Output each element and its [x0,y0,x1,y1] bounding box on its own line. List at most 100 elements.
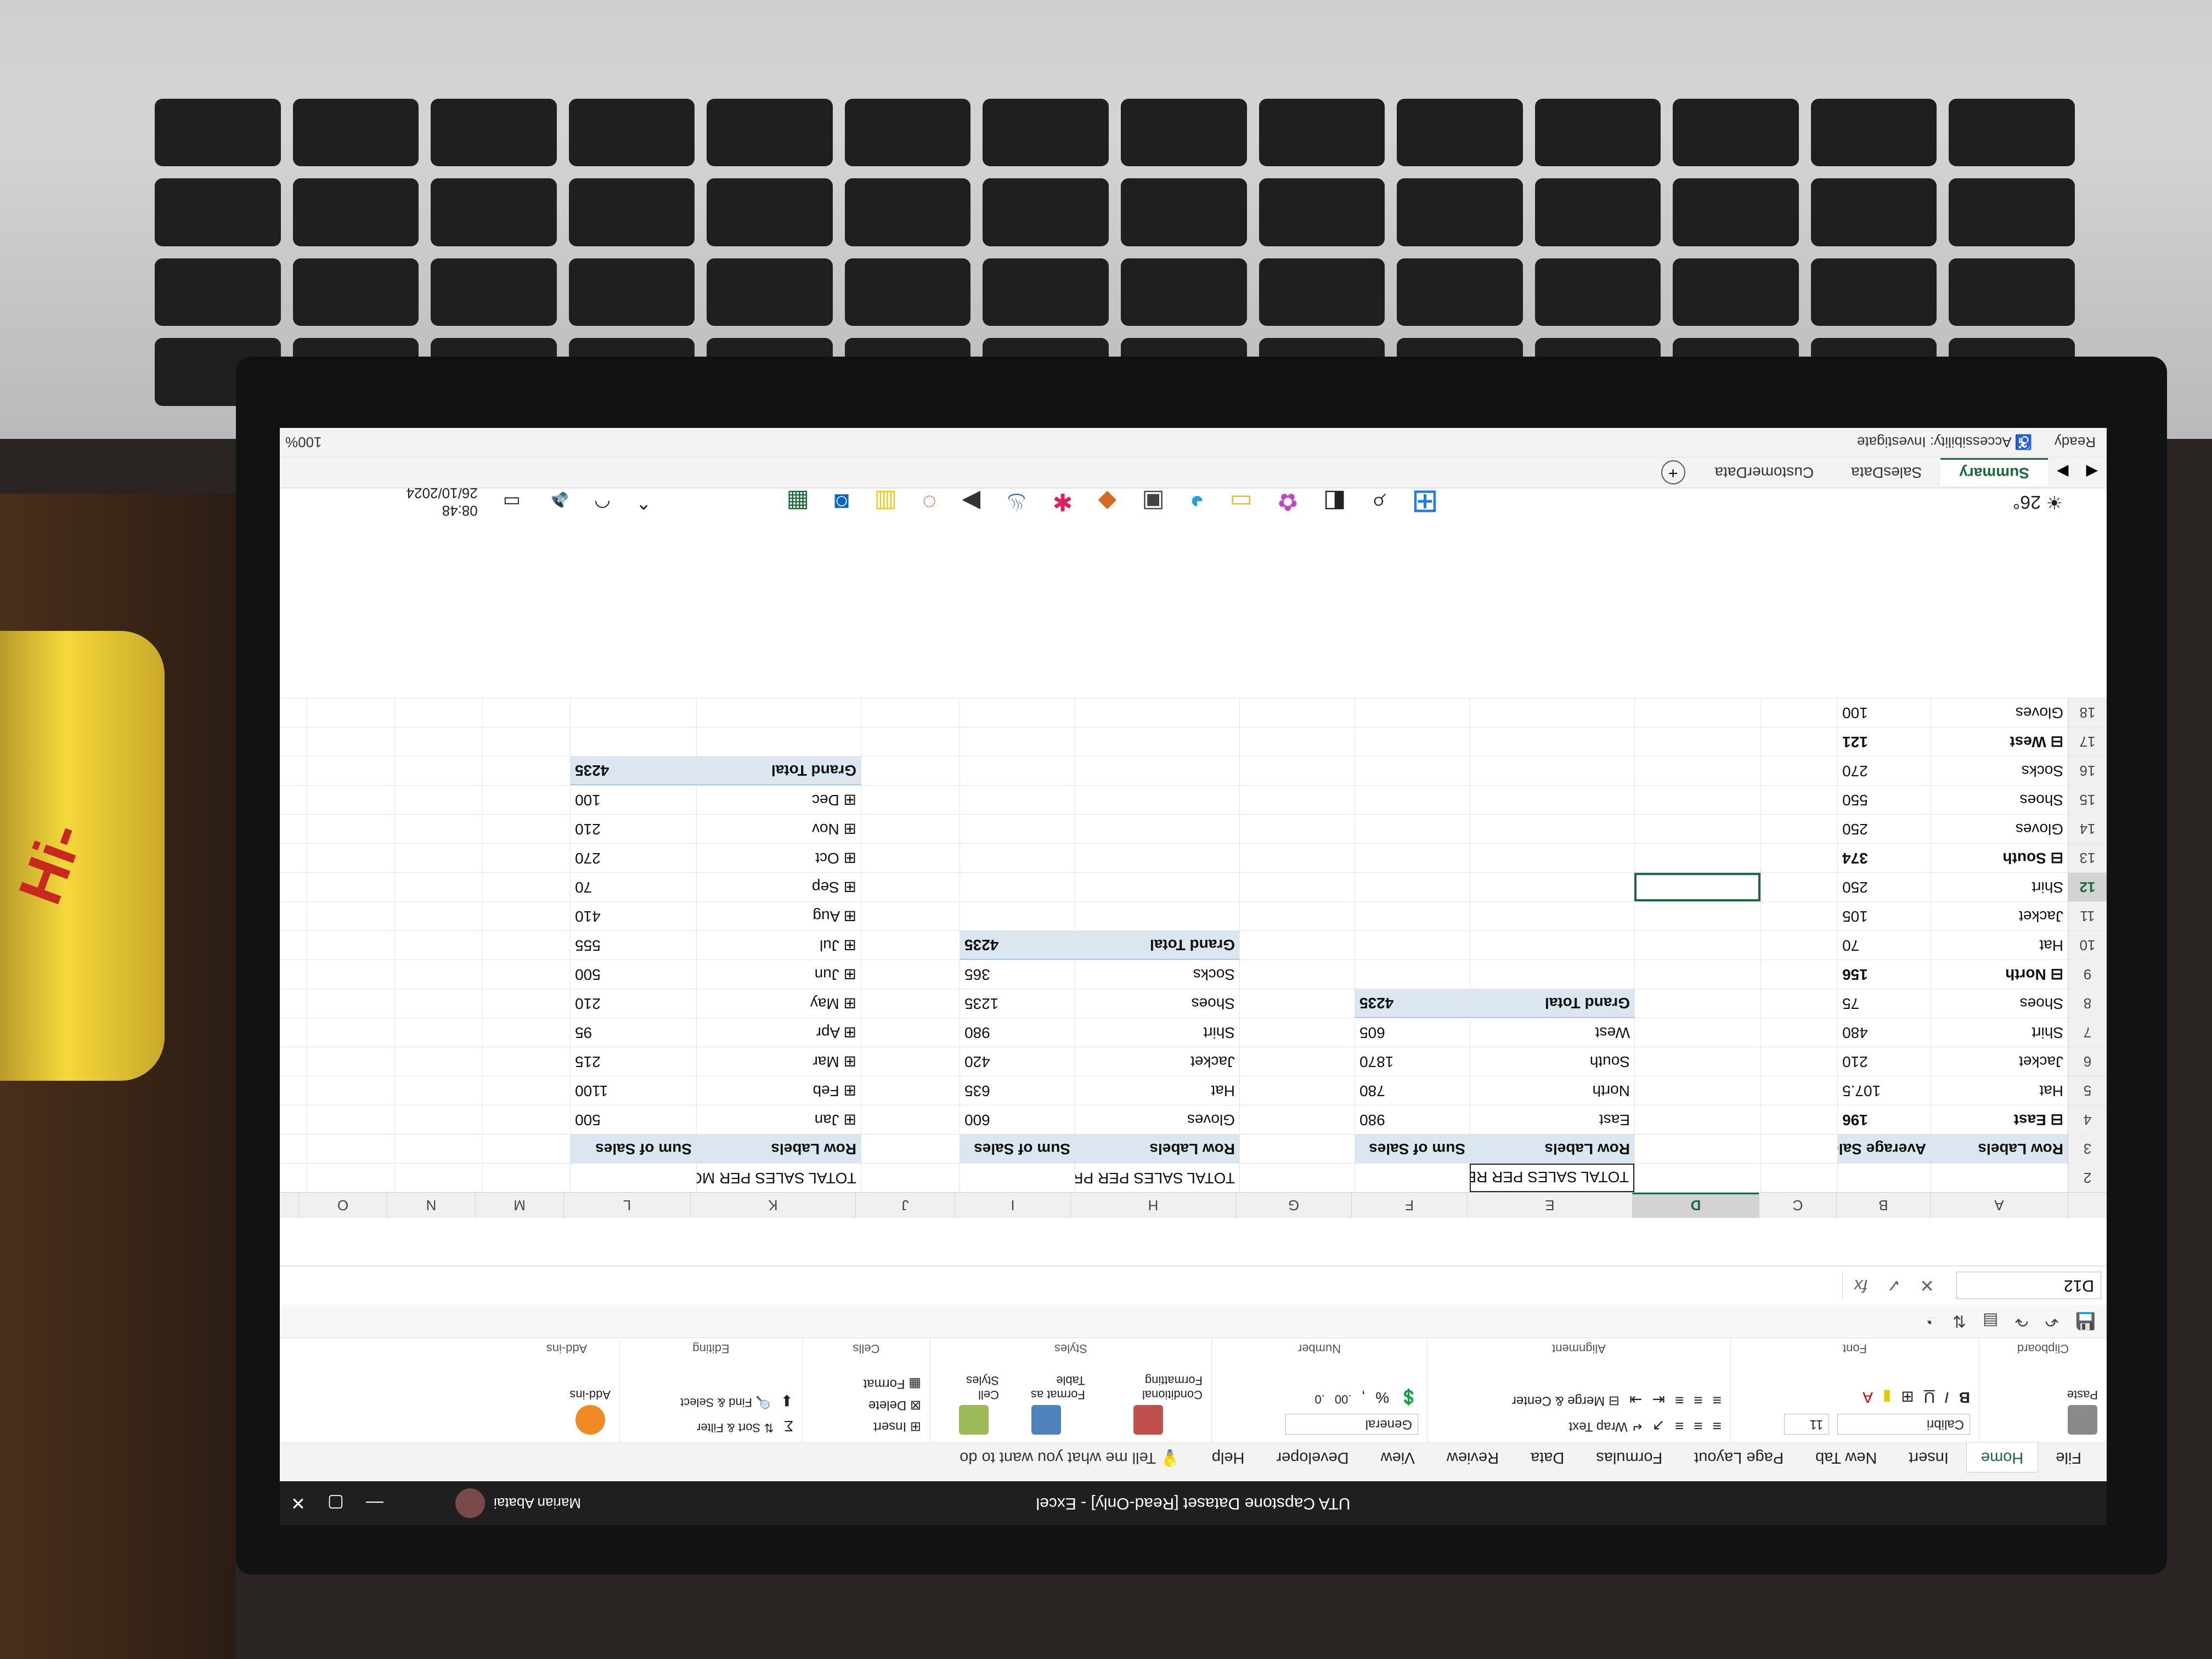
tab-home[interactable]: Home [1966,1443,2039,1472]
increase-decimal-icon[interactable]: .00 [1335,1388,1352,1406]
cell-d16[interactable] [1634,757,1760,785]
cell-h13[interactable] [1075,844,1239,872]
cell-d12[interactable] [1634,873,1760,901]
cell-b8[interactable]: 75 [1837,989,1931,1018]
cell-m3[interactable] [482,1135,570,1163]
cell-l3[interactable]: Sum of Sales [570,1135,696,1163]
row-header[interactable]: 4 [2068,1105,2107,1134]
cell-o16[interactable] [307,757,394,785]
conditional-formatting-button[interactable]: Conditional Formatting [1094,1373,1203,1435]
cell-n18[interactable] [394,698,482,727]
cell-i6[interactable]: 420 [960,1047,1075,1076]
cell-i14[interactable] [960,815,1075,843]
sort-filter-button[interactable]: ⇅ Sort & Filter [697,1417,774,1435]
cell-j13[interactable] [861,844,960,872]
cell-f13[interactable] [1355,844,1470,872]
tab-help[interactable]: Help [1198,1443,1259,1472]
cell-k10[interactable]: ⊞ Jul [696,931,861,960]
start-icon[interactable]: ⊞ [1411,483,1438,521]
column-header-e[interactable]: E [1467,1193,1632,1218]
cell-a4[interactable]: ⊟ East [1931,1105,2068,1134]
cell-d11[interactable] [1634,902,1760,930]
cell-c17[interactable] [1760,727,1837,756]
indent-decrease-icon[interactable]: ⇤ [1652,1391,1665,1409]
cell-g17[interactable] [1239,727,1355,756]
cell-a2[interactable] [1931,1164,2068,1192]
insert-cells-button[interactable]: ⊞ Insert [811,1419,921,1435]
cell-f5[interactable]: 780 [1355,1076,1470,1105]
cell-f15[interactable] [1355,786,1470,814]
cell-n12[interactable] [394,873,482,901]
cell-b5[interactable]: 107.5 [1837,1076,1931,1105]
font-size-dropdown[interactable]: 11 [1784,1414,1830,1435]
cell-g2[interactable] [1239,1164,1355,1192]
row-header[interactable]: 15 [2068,786,2107,814]
restore-button[interactable]: ▢ [328,1493,344,1514]
cell-n4[interactable] [394,1105,482,1134]
cell-o14[interactable] [307,815,394,843]
slack-icon[interactable]: ✱ [1053,488,1073,516]
cell-o4[interactable] [307,1105,394,1134]
column-header-g[interactable]: G [1235,1193,1351,1218]
cell-n6[interactable] [394,1047,482,1076]
cell-e12[interactable] [1470,873,1634,901]
cell-l17[interactable] [570,727,696,756]
close-button[interactable]: ✕ [291,1493,306,1514]
cell-e5[interactable]: North [1470,1076,1634,1105]
app-icon[interactable]: ◆ [1098,488,1116,516]
accessibility-status[interactable]: ♿ Accessibility: Investigate [1857,434,2033,451]
zoom-level[interactable]: 100% [285,434,322,451]
cell-l4[interactable]: 500 [570,1105,696,1134]
column-header-l[interactable]: L [563,1193,690,1218]
cell-h2[interactable]: TOTAL SALES PER PRODUCT [1075,1164,1239,1192]
column-header-n[interactable]: N [387,1193,475,1218]
cell-c12[interactable] [1760,873,1837,901]
cell-l10[interactable]: 555 [570,931,696,960]
row-header[interactable]: 11 [2068,902,2107,930]
cell-j3[interactable] [861,1135,960,1163]
addins-button[interactable]: Add-ins [569,1387,611,1435]
cell-g18[interactable] [1239,698,1355,727]
align-left-icon[interactable]: ≡ [1713,1391,1722,1409]
cell-e11[interactable] [1470,902,1634,930]
cell-i9[interactable]: 365 [960,960,1075,989]
cell-d6[interactable] [1634,1047,1760,1076]
cell-h18[interactable] [1075,698,1239,727]
cell-g13[interactable] [1239,844,1355,872]
fill-color-icon[interactable]: ▮ [1883,1388,1891,1406]
user-account[interactable]: Marian Abatai [455,1488,581,1518]
cell-a11[interactable]: Jacket [1931,902,2068,930]
cell-l8[interactable]: 210 [570,989,696,1018]
cell-j8[interactable] [861,989,960,1018]
cell-d14[interactable] [1634,815,1760,843]
cell-i15[interactable] [960,786,1075,814]
weather-widget[interactable]: ☀ 26° [2013,491,2063,513]
cell-d7[interactable] [1634,1018,1760,1047]
cell-c3[interactable] [1760,1135,1837,1163]
cell-k12[interactable]: ⊞ Sep [696,873,861,901]
tray-chevron-icon[interactable]: ⌃ [636,491,652,513]
cell-f3[interactable]: Sum of Sales [1355,1135,1470,1163]
cell-g12[interactable] [1239,873,1355,901]
cell-j7[interactable] [861,1018,960,1047]
cell-n13[interactable] [394,844,482,872]
cell-k11[interactable]: ⊞ Aug [696,902,861,930]
cell-g3[interactable] [1239,1135,1355,1163]
form-icon[interactable]: ▤ [1983,1312,1998,1331]
row-header[interactable]: 7 [2068,1018,2107,1047]
decrease-decimal-icon[interactable]: .0 [1314,1388,1324,1406]
row-header[interactable]: 9 [2068,960,2107,989]
cell-a3[interactable]: Row Labels [1931,1135,2068,1163]
cell-i13[interactable] [960,844,1075,872]
align-middle-icon[interactable]: ≡ [1694,1417,1702,1435]
volume-icon[interactable]: 🔈 [546,491,569,513]
row-header[interactable]: 16 [2068,757,2107,785]
row-header[interactable]: 10 [2068,931,2107,960]
cell-l11[interactable]: 410 [570,902,696,930]
cell-c15[interactable] [1760,786,1837,814]
cell-j5[interactable] [861,1076,960,1105]
italic-button[interactable]: I [1945,1388,1949,1406]
cell-c5[interactable] [1760,1076,1837,1105]
cell-d17[interactable] [1634,727,1760,756]
row-header[interactable]: 8 [2068,989,2107,1018]
